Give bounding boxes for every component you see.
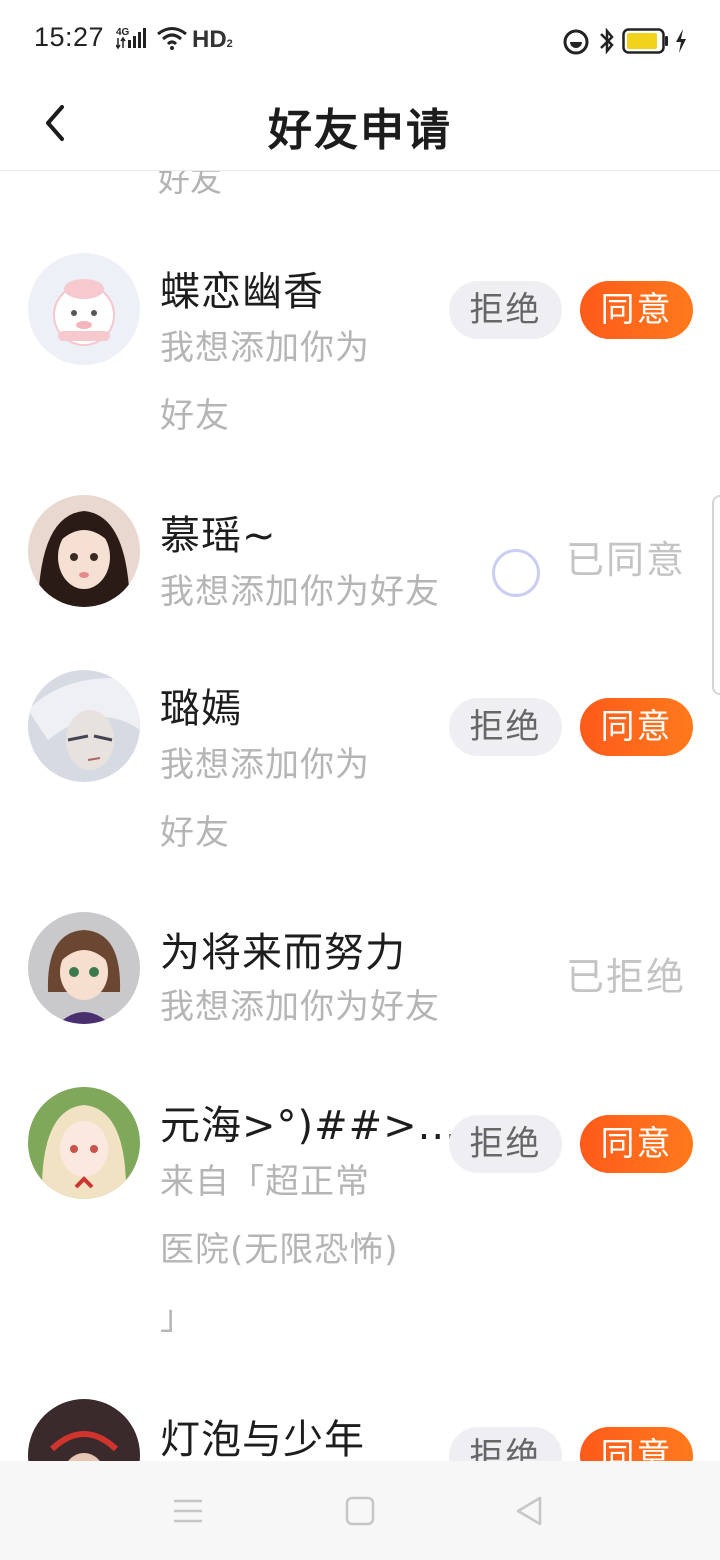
- accept-button[interactable]: 同意: [580, 1427, 693, 1461]
- user-name: 元海>°)##>...: [160, 1103, 459, 1149]
- partial-message-text: 好友: [158, 171, 223, 199]
- user-name: 璐嫣: [160, 686, 242, 732]
- request-message: 我想添加你为好友: [160, 987, 440, 1027]
- user-name: 灯泡与少年: [160, 1417, 365, 1461]
- status-accepted: 已同意: [566, 538, 687, 582]
- page-title: 好友申请: [268, 105, 452, 156]
- avatar[interactable]: [28, 495, 140, 607]
- loading-spinner-icon: [492, 549, 540, 597]
- request-message: 来自「超正常医院(无限恐怖) 」: [160, 1162, 399, 1338]
- list-item[interactable]: 璐嫣 我想添加你为好友 拒绝 同意: [0, 658, 720, 888]
- avatar[interactable]: [28, 670, 140, 782]
- accept-button[interactable]: 同意: [580, 1115, 693, 1173]
- back-triangle-icon[interactable]: [504, 1485, 556, 1537]
- user-name: 慕瑶~: [160, 513, 277, 559]
- list-item[interactable]: 灯泡与少年 拒绝 同意: [0, 1387, 720, 1461]
- user-name: 蝶恋幽香: [160, 269, 324, 315]
- system-navigation-bar: [0, 1461, 720, 1560]
- edge-panel-handle[interactable]: [712, 495, 720, 695]
- reject-button[interactable]: 拒绝: [449, 1427, 562, 1461]
- accept-button[interactable]: 同意: [580, 698, 693, 756]
- reject-button[interactable]: 拒绝: [449, 698, 562, 756]
- reject-button[interactable]: 拒绝: [449, 281, 562, 339]
- status-bar: 15:27 4G HD2: [0, 0, 720, 84]
- avatar[interactable]: [28, 1087, 140, 1199]
- list-item[interactable]: 蝶恋幽香 我想添加你为好友 拒绝 同意: [0, 241, 720, 471]
- charging-icon: [674, 28, 688, 58]
- home-square-icon[interactable]: [334, 1485, 386, 1537]
- do-not-disturb-icon: [562, 28, 590, 60]
- avatar[interactable]: [28, 253, 140, 365]
- menu-icon[interactable]: [162, 1485, 214, 1537]
- battery-icon: [622, 28, 670, 58]
- avatar[interactable]: [28, 1399, 140, 1461]
- avatar[interactable]: [28, 912, 140, 1024]
- request-message: 我想添加你为好友: [160, 745, 370, 853]
- user-name: 为将来而努力: [160, 930, 406, 976]
- list-item[interactable]: 为将来而努力 我想添加你为好友 已拒绝: [0, 900, 720, 1050]
- reject-button[interactable]: 拒绝: [449, 1115, 562, 1173]
- bluetooth-icon: [598, 26, 616, 60]
- cellular-signal-icon: 4G: [115, 26, 150, 54]
- navigation-bar: 好友申请: [0, 84, 720, 171]
- status-rejected: 已拒绝: [566, 955, 687, 999]
- request-message: 我想添加你为好友: [160, 328, 370, 436]
- accept-button[interactable]: 同意: [580, 281, 693, 339]
- list-item[interactable]: 元海>°)##>... 来自「超正常医院(无限恐怖) 」 拒绝 同意: [0, 1075, 720, 1375]
- svg-text:4G: 4G: [116, 27, 130, 38]
- hd-voice-indicator: HD2: [192, 26, 233, 53]
- wifi-icon: [156, 26, 188, 54]
- friend-request-list[interactable]: 好友 蝶恋幽香 我想添加你为好友 拒绝 同意 慕瑶~ 我想添加你为好友 已同意 …: [0, 171, 720, 1461]
- list-item[interactable]: 慕瑶~ 我想添加你为好友 已同意: [0, 483, 720, 633]
- status-time: 15:27: [34, 22, 105, 52]
- request-message: 我想添加你为好友: [160, 572, 440, 612]
